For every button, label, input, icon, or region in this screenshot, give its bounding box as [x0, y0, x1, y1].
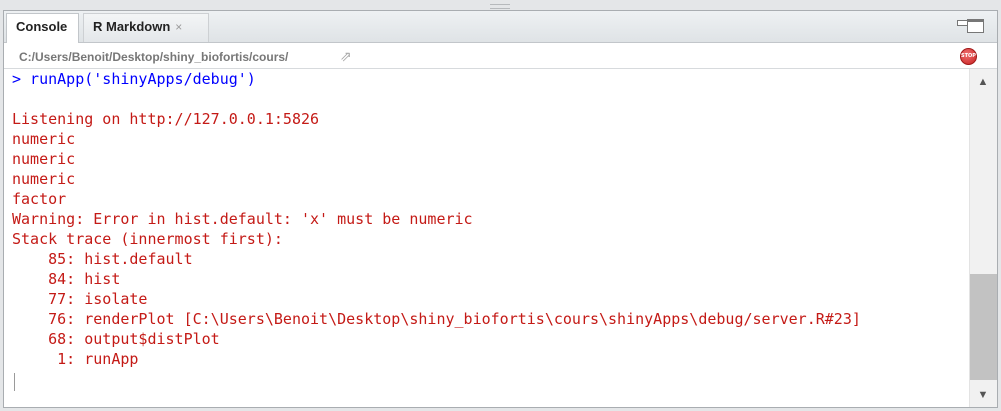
console-output-line: numeric — [12, 150, 76, 168]
maximize-pane-button[interactable] — [967, 19, 984, 33]
console-output-line: 68: output$distPlot — [12, 330, 220, 348]
go-to-directory-icon[interactable]: ⇗ — [340, 48, 352, 65]
scroll-down-icon[interactable]: ▼ — [975, 388, 991, 402]
console-output-line: 1: runApp — [12, 350, 139, 368]
console-input-cursor[interactable] — [14, 373, 15, 391]
pane-resize-grip[interactable] — [490, 4, 510, 9]
console-pane: Console R Markdown × C:/Users/Benoit/Desk… — [3, 10, 998, 408]
tab-console-label: Console — [16, 19, 68, 34]
console-scrollbar[interactable]: ▲ ▼ — [969, 69, 997, 407]
console-output-line: 76: renderPlot [C:\Users\Benoit\Desktop\… — [12, 310, 861, 328]
close-icon[interactable]: × — [175, 20, 182, 34]
console-output-line: factor — [12, 190, 67, 208]
console-command-line: > runApp('shinyApps/debug') — [12, 70, 256, 88]
console-output-line: Stack trace (innermost first): — [12, 230, 283, 248]
console-output-line: 85: hist.default — [12, 250, 193, 268]
tab-r-markdown[interactable]: R Markdown × — [83, 13, 209, 42]
console-output-line: numeric — [12, 130, 76, 148]
console-output-line: Listening on http://127.0.0.1:5826 — [12, 110, 320, 128]
tab-bar: Console R Markdown × — [4, 11, 997, 43]
stop-label: STOP — [961, 53, 976, 59]
working-directory-path: C:/Users/Benoit/Desktop/shiny_biofortis/… — [19, 50, 289, 64]
stop-icon[interactable]: STOP — [960, 48, 977, 65]
scroll-up-icon[interactable]: ▲ — [975, 75, 991, 89]
tab-r-markdown-label: R Markdown — [93, 19, 171, 34]
tab-console[interactable]: Console — [6, 13, 79, 43]
console-output[interactable]: > runApp('shinyApps/debug') Listening on… — [4, 69, 968, 407]
console-output-line: 77: isolate — [12, 290, 148, 308]
scrollbar-thumb[interactable] — [970, 274, 997, 380]
working-directory-bar: C:/Users/Benoit/Desktop/shiny_biofortis/… — [4, 44, 997, 69]
console-output-line: numeric — [12, 170, 76, 188]
console-output-line: 84: hist — [12, 270, 121, 288]
console-output-line: Warning: Error in hist.default: 'x' must… — [12, 210, 473, 228]
